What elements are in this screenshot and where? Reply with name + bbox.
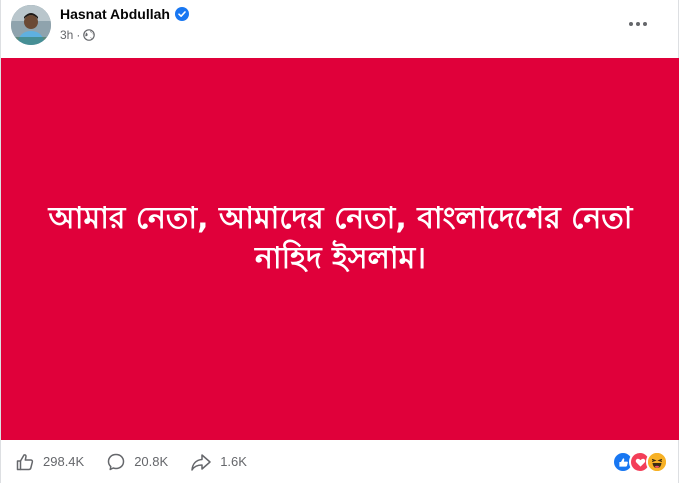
verified-badge-icon bbox=[174, 7, 189, 21]
post-banner[interactable]: আমার নেতা, আমাদের নেতা, বাংলাদেশের নেতা … bbox=[1, 58, 679, 440]
comment-button[interactable]: 20.8K bbox=[106, 452, 168, 472]
more-options-button[interactable] bbox=[626, 12, 650, 36]
post-action-bar: 298.4K 20.8K 1.6K bbox=[1, 440, 679, 483]
like-button[interactable]: 298.4K bbox=[15, 452, 84, 472]
author-name[interactable]: Hasnat Abdullah bbox=[60, 6, 170, 22]
share-count[interactable]: 1.6K bbox=[220, 454, 247, 469]
post-card: Hasnat Abdullah 3h · আমার নেতা, আমাদের ন… bbox=[0, 0, 679, 483]
like-count[interactable]: 298.4K bbox=[43, 454, 84, 469]
share-button[interactable]: 1.6K bbox=[190, 452, 247, 472]
comment-icon bbox=[107, 453, 125, 470]
thumbs-up-icon bbox=[16, 453, 34, 470]
globe-icon[interactable] bbox=[83, 29, 96, 41]
share-arrow-icon bbox=[191, 453, 211, 471]
banner-text: আমার নেতা, আমাদের নেতা, বাংলাদেশের নেতা … bbox=[48, 201, 633, 276]
meta-separator: · bbox=[76, 28, 81, 42]
comment-count[interactable]: 20.8K bbox=[134, 454, 168, 469]
haha-reaction-icon bbox=[646, 451, 668, 473]
post-meta: 3h · bbox=[60, 28, 96, 42]
post-timestamp[interactable]: 3h bbox=[60, 28, 73, 42]
author-name-row: Hasnat Abdullah bbox=[60, 6, 189, 22]
more-options-icon bbox=[629, 22, 647, 26]
post-header: Hasnat Abdullah 3h · bbox=[1, 0, 679, 58]
author-avatar[interactable] bbox=[11, 5, 51, 45]
reaction-summary[interactable] bbox=[612, 451, 668, 473]
avatar-photo bbox=[11, 5, 51, 45]
